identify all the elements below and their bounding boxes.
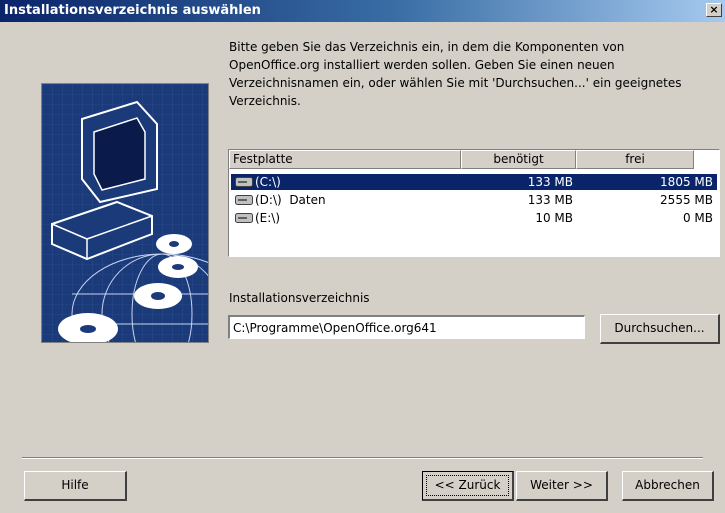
help-button[interactable]: Hilfe: [24, 471, 127, 501]
drive-needed: 10 MB: [535, 211, 573, 225]
back-button[interactable]: << Zurück: [422, 471, 514, 501]
drive-needed: 133 MB: [527, 193, 573, 207]
separator: [22, 457, 703, 459]
computer-disc-icon: [42, 84, 208, 342]
drive-row-d[interactable]: (D:\) Daten 133 MB 2555 MB: [231, 192, 717, 208]
drive-free: 2555 MB: [660, 193, 713, 207]
close-icon: ×: [709, 3, 719, 16]
browse-button[interactable]: Durchsuchen...: [600, 314, 720, 344]
install-dir-label: Installationsverzeichnis: [229, 291, 370, 305]
title-bar: Installationsverzeichnis auswählen ×: [0, 0, 725, 22]
drive-name: (D:\) Daten: [255, 193, 326, 207]
focus-ring: [426, 475, 509, 496]
cancel-button[interactable]: Abbrechen: [622, 471, 714, 501]
install-dir-input[interactable]: C:\Programme\OpenOffice.org641: [228, 315, 585, 339]
drive-name: (C:\): [255, 175, 281, 189]
drive-needed: 133 MB: [527, 175, 573, 189]
column-header-drive[interactable]: Festplatte: [229, 150, 461, 169]
hard-drive-icon: [235, 177, 253, 187]
drive-free: 1805 MB: [660, 175, 713, 189]
instruction-text: Bitte geben Sie das Verzeichnis ein, in …: [229, 40, 682, 108]
hard-drive-icon: [235, 213, 253, 223]
close-button[interactable]: ×: [706, 3, 722, 17]
drive-list[interactable]: Festplatte benötigt frei (C:\) 133 MB 18…: [228, 149, 720, 257]
hard-drive-icon: [235, 195, 253, 205]
next-button[interactable]: Weiter >>: [516, 471, 608, 501]
column-header-free[interactable]: frei: [576, 150, 694, 169]
drive-free: 0 MB: [682, 211, 713, 225]
installer-illustration: [41, 83, 209, 343]
drive-row-c[interactable]: (C:\) 133 MB 1805 MB: [231, 174, 717, 190]
column-header-needed[interactable]: benötigt: [461, 150, 576, 169]
window-title: Installationsverzeichnis auswählen: [4, 3, 261, 18]
drive-name: (E:\): [255, 211, 281, 225]
drive-row-e[interactable]: (E:\) 10 MB 0 MB: [231, 210, 717, 226]
